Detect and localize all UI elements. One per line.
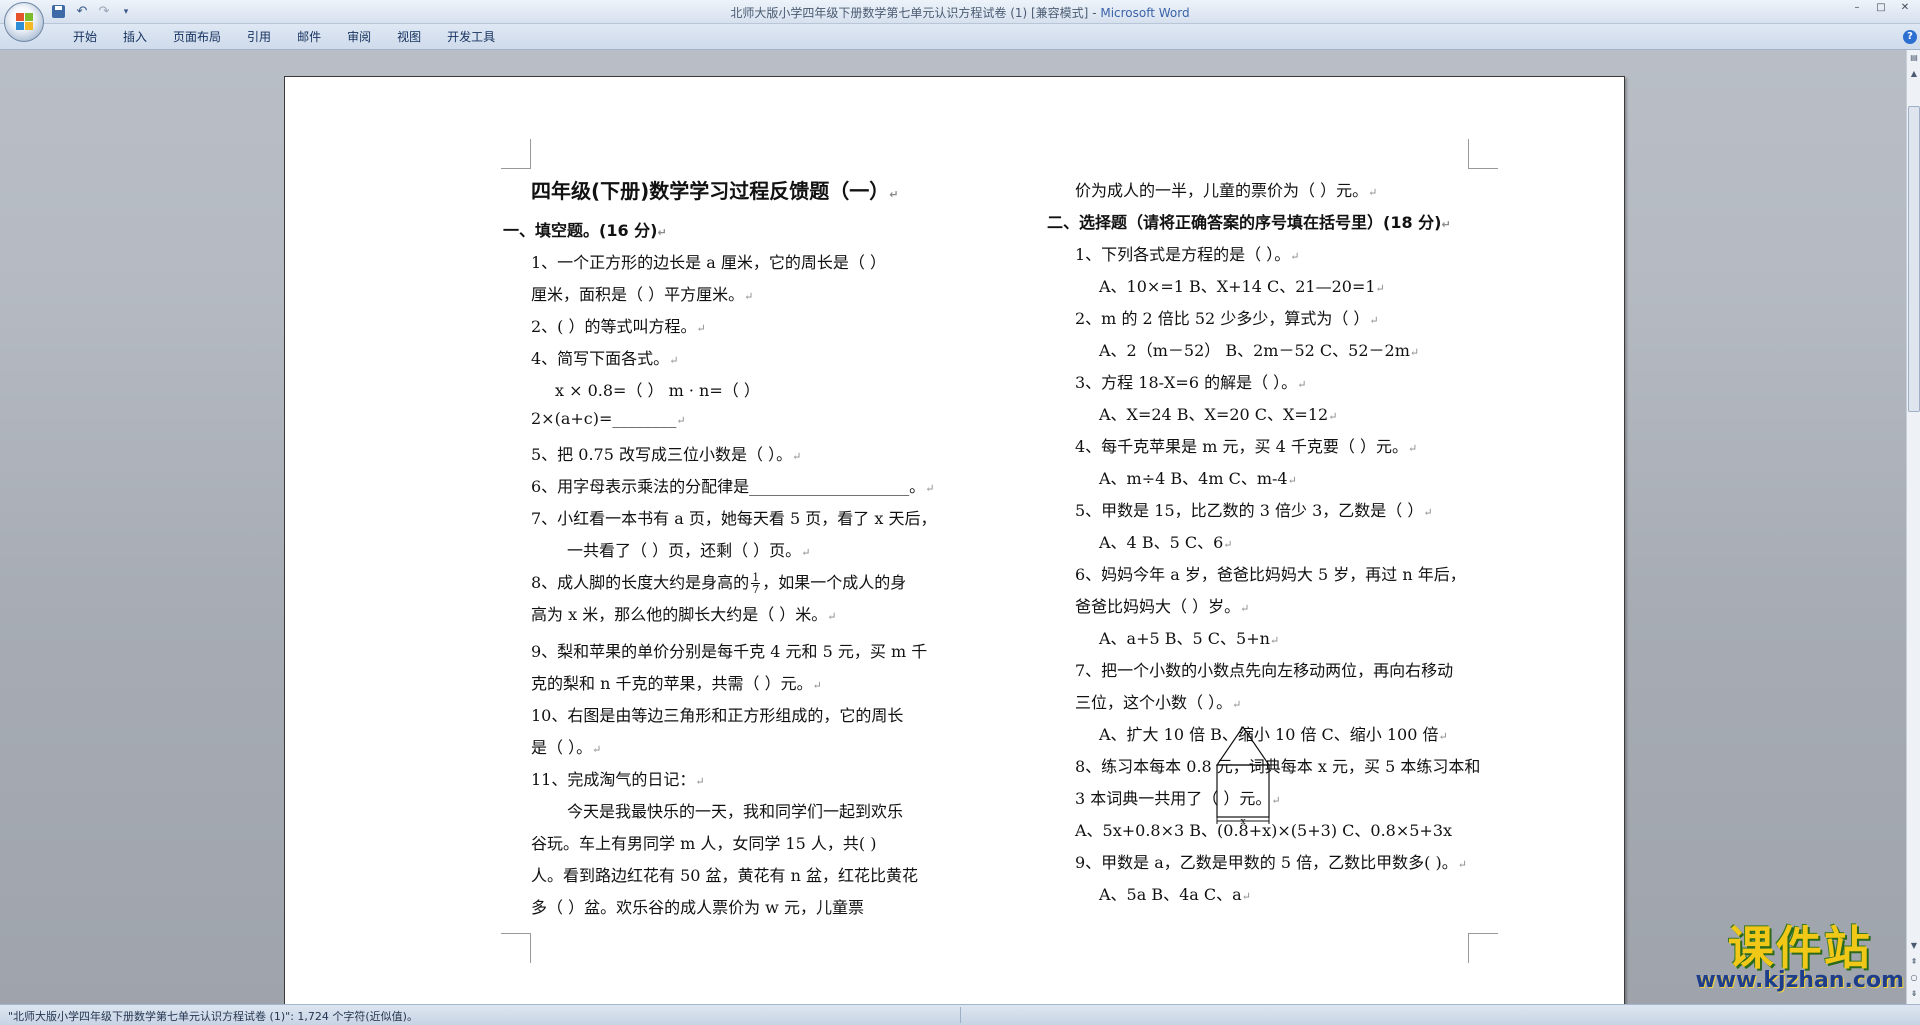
question-line: 谷玩。车上有男同学 m 人，女同学 15 人，共( ) (531, 834, 877, 853)
maximize-button[interactable]: □ (1870, 2, 1892, 16)
document-page[interactable]: 四年级(下册)数学学习过程反馈题（一）↵ 一、填空题。(16 分)↵ 1、一个正… (284, 76, 1625, 1008)
browse-object-icon[interactable]: ○ (1908, 972, 1920, 984)
section-heading-fill-in: 一、填空题。(16 分)↵ (503, 221, 667, 240)
question-line: 是（ ）。↵ (531, 738, 602, 757)
question-line: 高为 x 米，那么他的脚长大约是（ ）米。↵ (531, 605, 837, 624)
scroll-up-icon[interactable]: ▲ (1908, 68, 1920, 80)
document-name: 北师大版小学四年级下册数学第七单元认识方程试卷 (1) [兼容模式] (730, 6, 1089, 20)
question-line: 3、方程 18-X=6 的解是（ ）。↵ (1075, 373, 1307, 392)
answer-options: A、10×=1 B、X+14 C、21—20=1↵ (1099, 277, 1385, 296)
answer-options: A、4 B、5 C、6↵ (1099, 533, 1233, 552)
question-line: 1、下列各式是方程的是（ ）。↵ (1075, 245, 1300, 264)
question-line: 多（ ）盆。欢乐谷的成人票价为 w 元，儿童票 (531, 898, 864, 917)
status-text: "北师大版小学四年级下册数学第七单元认识方程试卷 (1)": 1,724 个字符… (8, 1010, 418, 1023)
question-line: 厘米，面积是（ ）平方厘米。↵ (531, 285, 754, 304)
question-line: 4、每千克苹果是 m 元，买 4 千克要（ ）元。↵ (1075, 437, 1418, 456)
tab-view[interactable]: 视图 (384, 29, 434, 45)
status-divider (960, 1007, 961, 1023)
scrollbar-thumb[interactable] (1908, 106, 1920, 412)
office-button[interactable] (4, 2, 44, 42)
close-button[interactable]: ✕ (1894, 2, 1916, 16)
answer-options: A、5x+0.8×3 B、(0.8+x)×(5+3) C、0.8×5+3x (1075, 821, 1453, 840)
app-name: Microsoft Word (1100, 6, 1190, 20)
tab-references[interactable]: 引用 (234, 29, 284, 45)
question-line: 克的梨和 n 千克的苹果，共需（ ）元。↵ (531, 674, 822, 693)
document-body: 四年级(下册)数学学习过程反馈题（一）↵ 一、填空题。(16 分)↵ 1、一个正… (285, 77, 1626, 1009)
title-bar: ↶ ↷ ▾ 北师大版小学四年级下册数学第七单元认识方程试卷 (1) [兼容模式]… (0, 0, 1920, 24)
question-line: 8、成人脚的长度大约是身高的 1 7 ，如果一个成人的身 (531, 571, 907, 596)
question-line: 人。看到路边红花有 50 盆，黄花有 n 盆，红花比黄花 (531, 866, 919, 885)
tab-review[interactable]: 审阅 (334, 29, 384, 45)
section-heading-choice: 二、选择题（请将正确答案的序号填在括号里）(18 分)↵ (1047, 213, 1451, 232)
fraction: 17 (751, 571, 761, 596)
watermark-logo: 课件站 www.kjzhan.com (1695, 922, 1904, 992)
question-line: 4、简写下面各式。↵ (531, 349, 679, 368)
tab-home[interactable]: 开始 (60, 29, 110, 45)
question-line: 11、完成淘气的日记：↵ (531, 770, 705, 789)
ribbon-tab-bar: 开始 插入 页面布局 引用 邮件 审阅 视图 开发工具 ? (0, 24, 1920, 50)
question-line: 2×(a+c)=________↵ (531, 409, 686, 428)
question-line: 7、小红看一本书有 a 页，她每天看 5 页，看了 x 天后， (531, 509, 937, 528)
answer-options: A、扩大 10 倍 B、缩小 10 倍 C、缩小 100 倍↵ (1099, 725, 1448, 744)
question-line: 10、右图是由等边三角形和正方形组成的，它的周长 (531, 706, 904, 725)
question-line: 今天是我最快乐的一天，我和同学们一起到欢乐 (567, 802, 904, 821)
question-line: 9、甲数是 a，乙数是甲数的 5 倍，乙数比甲数多( )。↵ (1075, 853, 1467, 872)
status-bar: "北师大版小学四年级下册数学第七单元认识方程试卷 (1)": 1,724 个字符… (0, 1004, 1920, 1025)
question-line: 爸爸比妈妈大（ ）岁。↵ (1075, 597, 1250, 616)
window-controls: – □ ✕ (1846, 2, 1916, 16)
question-line: 1、一个正方形的边长是 a 厘米，它的周长是（ ） (531, 253, 886, 272)
watermark-url: www.kjzhan.com (1695, 968, 1904, 993)
document-title: 四年级(下册)数学学习过程反馈题（一）↵ (531, 179, 899, 203)
question-line: 2、( ）的等式叫方程。↵ (531, 317, 706, 336)
answer-options: A、2（m－52） B、2m－52 C、52－2m↵ (1099, 341, 1420, 360)
tab-mailings[interactable]: 邮件 (284, 29, 334, 45)
minimize-button[interactable]: – (1846, 2, 1868, 16)
question-line: 6、用字母表示乘法的分配律是____________________。↵ (531, 477, 935, 496)
help-icon[interactable]: ? (1903, 30, 1917, 44)
answer-options: A、X=24 B、X=20 C、X=12↵ (1099, 405, 1338, 424)
office-logo-icon (16, 13, 34, 31)
question-line: 3 本词典一共用了（ ）元。↵ (1075, 789, 1281, 808)
previous-page-icon[interactable]: ⇞ (1908, 956, 1920, 968)
title-separator: - (1088, 6, 1101, 20)
tab-developer[interactable]: 开发工具 (434, 29, 508, 45)
scroll-down-icon[interactable]: ▼ (1908, 940, 1920, 952)
next-page-icon[interactable]: ⇟ (1908, 988, 1920, 1000)
question-line: 6、妈妈今年 a 岁，爸爸比妈妈大 5 岁，再过 n 年后， (1075, 565, 1466, 584)
watermark-text: 课件站 (1727, 921, 1872, 975)
question-line: 价为成人的一半，儿童的票价为（ ）元。↵ (1075, 181, 1378, 200)
question-line: 5、把 0.75 改写成三位小数是（ ）。↵ (531, 445, 802, 464)
window-title: 北师大版小学四年级下册数学第七单元认识方程试卷 (1) [兼容模式] - Mic… (0, 4, 1920, 21)
question-line: 一共看了（ ）页，还剩（ ）页。↵ (567, 541, 811, 560)
question-line: 5、甲数是 15，比乙数的 3 倍少 3，乙数是（ ）↵ (1075, 501, 1433, 520)
answer-options: A、5a B、4a C、a↵ (1099, 885, 1251, 904)
ruler-toggle-icon[interactable]: ▤ (1908, 52, 1920, 64)
vertical-scrollbar[interactable]: ▤ ▲ ▼ ⇞ ○ ⇟ (1906, 50, 1920, 1004)
paragraph-mark: ↵ (889, 188, 899, 201)
tab-page-layout[interactable]: 页面布局 (160, 29, 234, 45)
question-line: 8、练习本每本 0.8 元，词典每本 x 元，买 5 本练习本和 (1075, 757, 1481, 776)
question-line: 7、把一个小数的小数点先向左移动两位，再向右移动 (1075, 661, 1454, 680)
question-line: 9、梨和苹果的单价分别是每千克 4 元和 5 元，买 m 千 (531, 642, 928, 661)
question-line: 2、m 的 2 倍比 52 少多少，算式为（ ）↵ (1075, 309, 1379, 328)
answer-options: A、a+5 B、5 C、5+n↵ (1099, 629, 1280, 648)
answer-options: A、m÷4 B、4m C、m-4↵ (1099, 469, 1297, 488)
question-line: x × 0.8=（ ） m · n=（ ） (555, 381, 760, 400)
question-line: 三位，这个小数（ ）。↵ (1075, 693, 1242, 712)
tab-insert[interactable]: 插入 (110, 29, 160, 45)
